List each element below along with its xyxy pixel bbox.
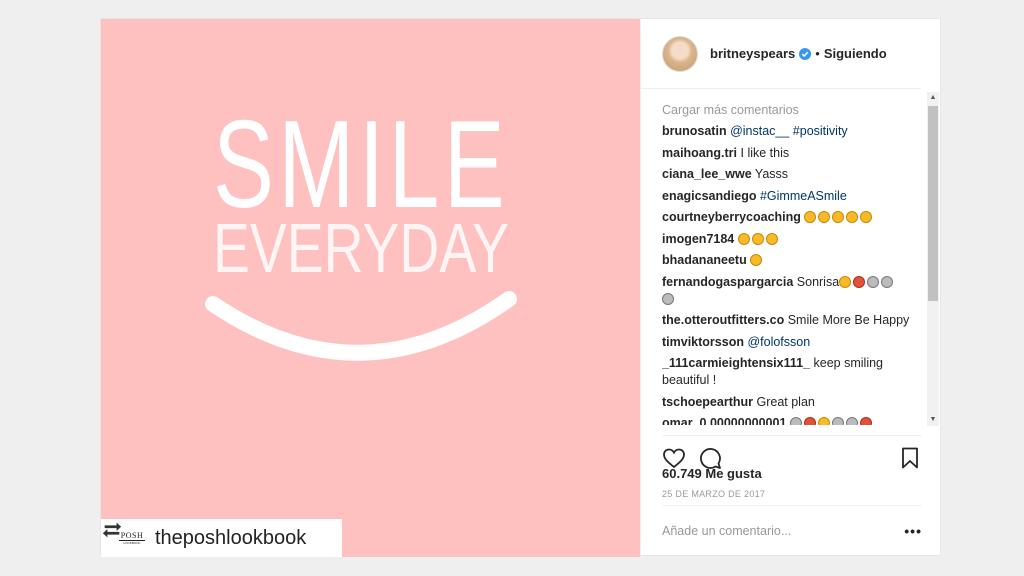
- emoji-icon: [789, 416, 874, 425]
- comment: maihoang.tri I like this: [662, 145, 926, 162]
- username-link[interactable]: britneyspears: [710, 46, 795, 61]
- comment-tags[interactable]: #GimmeASmile: [760, 189, 847, 203]
- comment: imogen7184: [662, 231, 926, 248]
- comment: omar_0.00000000001: [662, 415, 926, 425]
- comment-user[interactable]: brunosatin: [662, 124, 727, 138]
- following-button[interactable]: Siguiendo: [824, 46, 887, 61]
- posh-logo-bottom: LOOKBOOK: [123, 541, 141, 545]
- posh-logo-top: POSH: [120, 531, 144, 540]
- post-sidebar: britneyspears • Siguiendo Cargar más com…: [640, 19, 941, 555]
- comment-user[interactable]: courtneyberrycoaching: [662, 210, 801, 224]
- scroll-up-icon[interactable]: ▲: [927, 92, 939, 104]
- comments-list: Cargar más comentarios brunosatin @insta…: [662, 95, 926, 425]
- comment-user[interactable]: timviktorsson: [662, 335, 744, 349]
- repost-icon: [102, 522, 122, 538]
- comment: fernandogaspargarcia Sonrisa: [662, 274, 926, 308]
- avatar[interactable]: [662, 35, 698, 72]
- header-separator: •: [815, 46, 820, 61]
- likes-count[interactable]: 60.749 Me gusta: [662, 466, 762, 481]
- comment: bhadananeetu: [662, 252, 926, 269]
- comment-tags[interactable]: @instac__ #positivity: [730, 124, 848, 138]
- comment-user[interactable]: maihoang.tri: [662, 146, 737, 160]
- emoji-icon: [737, 232, 780, 246]
- post-date: 25 DE MARZO DE 2017: [662, 489, 766, 499]
- comment-text: I like this: [740, 145, 790, 160]
- comment-user[interactable]: bhadananeetu: [662, 253, 747, 267]
- comment-user[interactable]: omar_0.00000000001: [662, 416, 786, 425]
- post-image[interactable]: SMILE EVERYDAY POSH LOOKBOOK theposhlook…: [101, 19, 640, 557]
- comment-text: Sonrisa: [796, 274, 840, 289]
- comment-user[interactable]: tschoepearthur: [662, 395, 753, 409]
- image-text-everyday: EVERYDAY: [213, 209, 509, 287]
- emoji-icon: [804, 210, 874, 224]
- repost-credit: POSH LOOKBOOK theposhlookbook: [101, 519, 342, 557]
- comment-user[interactable]: the.otteroutfitters.co: [662, 313, 784, 327]
- comment-text: Yasss: [754, 167, 789, 181]
- comment-text: Great plan: [756, 394, 815, 409]
- comment: timviktorsson @folofsson: [662, 334, 926, 351]
- scroll-down-icon[interactable]: ▼: [927, 414, 939, 426]
- bookmark-icon[interactable]: [898, 446, 922, 470]
- comment-tags[interactable]: @folofsson: [747, 335, 810, 349]
- comment-user[interactable]: enagicsandiego: [662, 189, 756, 203]
- repost-handle: theposhlookbook: [155, 526, 307, 549]
- comment: ciana_lee_wwe Yasss: [662, 166, 926, 183]
- comment-user[interactable]: imogen7184: [662, 232, 734, 246]
- smile-curve: [205, 291, 517, 361]
- emoji-icon: [750, 253, 764, 267]
- more-options-icon[interactable]: •••: [904, 523, 922, 539]
- comment-user[interactable]: fernandogaspargarcia: [662, 275, 793, 289]
- post-header: britneyspears • Siguiendo: [641, 19, 921, 89]
- verified-icon: [799, 47, 812, 60]
- comment: courtneyberrycoaching: [662, 209, 926, 226]
- comments-scrollbar[interactable]: ▲ ▼: [927, 92, 939, 426]
- comment: tschoepearthur Great plan: [662, 394, 926, 411]
- post-card: SMILE EVERYDAY POSH LOOKBOOK theposhlook…: [100, 18, 941, 557]
- comment: brunosatin @instac__ #positivity: [662, 123, 926, 140]
- post-actions: [662, 435, 922, 469]
- comment-text: Smile More Be Happy: [787, 313, 910, 327]
- comment-user[interactable]: ciana_lee_wwe: [662, 167, 752, 181]
- scroll-thumb[interactable]: [928, 106, 938, 301]
- comment-user[interactable]: _111carmieightensix111_: [662, 356, 810, 370]
- comment: enagicsandiego #GimmeASmile: [662, 188, 926, 205]
- load-more-comments[interactable]: Cargar más comentarios: [662, 103, 926, 117]
- add-comment-input[interactable]: Añade un comentario...: [662, 524, 791, 538]
- comment: the.otteroutfitters.co Smile More Be Hap…: [662, 312, 926, 329]
- comment: _111carmieightensix111_ keep smiling bea…: [662, 355, 926, 389]
- smile-graphic: SMILE EVERYDAY: [205, 96, 517, 361]
- add-comment-bar: Añade un comentario... •••: [662, 505, 922, 555]
